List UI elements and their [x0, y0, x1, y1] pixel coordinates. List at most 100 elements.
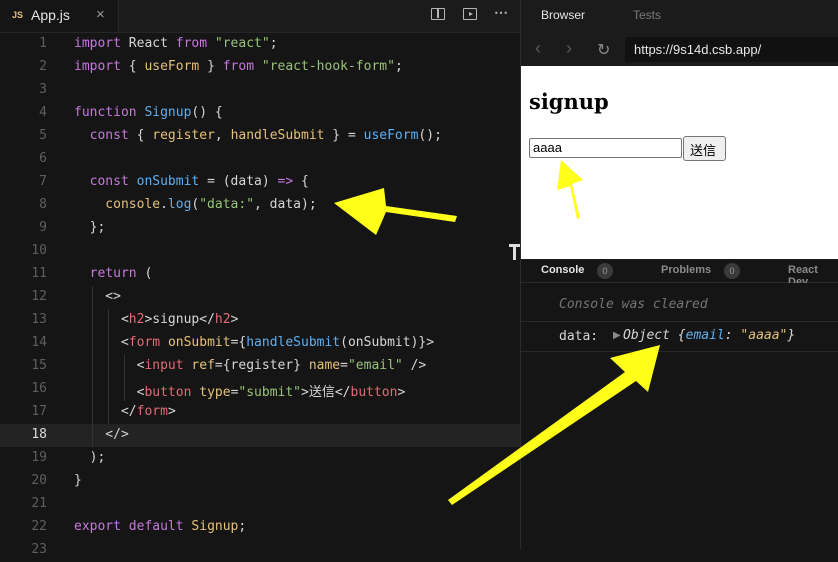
code-line[interactable]: 3 [0, 79, 520, 102]
code-line[interactable]: 5 const { register, handleSubmit } = use… [0, 125, 520, 148]
code-line[interactable]: 13 <h2>signup</h2> [0, 309, 520, 332]
code-token: = (data) [199, 174, 278, 189]
code-token: from [175, 36, 208, 51]
forward-icon[interactable]: › [566, 38, 572, 59]
code-line[interactable]: 15 <input ref={register} name="email" /> [0, 355, 520, 378]
code-token: } [74, 473, 82, 488]
code-token: ; [394, 59, 403, 74]
code-token: handleSubmit [246, 335, 341, 350]
tab-tests[interactable]: Tests [633, 8, 661, 22]
code-line[interactable]: 18 </> [0, 424, 520, 447]
code-token: import [74, 59, 121, 74]
line-code: } [74, 473, 82, 488]
split-view-icon[interactable] [431, 8, 445, 20]
code-line[interactable]: 2 import { useForm } from "react-hook-for… [0, 56, 520, 79]
preview-icon[interactable] [463, 8, 477, 20]
email-input[interactable]: aaaa [529, 138, 682, 158]
line-number: 16 [31, 381, 47, 396]
code-token: return [74, 266, 137, 281]
close-icon[interactable]: × [96, 6, 105, 23]
indent-guide [124, 355, 125, 401]
line-number: 20 [31, 473, 47, 488]
code-line[interactable]: 11 return ( [0, 263, 520, 286]
code-token: <> [74, 289, 121, 304]
line-number: 11 [31, 266, 47, 281]
code-line[interactable]: 19 ); [0, 447, 520, 470]
line-code: console.log("data:", data); [74, 197, 316, 212]
code-token: </ [74, 404, 137, 419]
line-code: <> [74, 289, 121, 304]
code-line[interactable]: 8 console.log("data:", data); [0, 194, 520, 217]
code-line[interactable]: 21 [0, 493, 520, 516]
back-icon[interactable]: ‹ [535, 38, 541, 59]
code-token: "react-hook-form" [261, 59, 395, 74]
tab-problems[interactable]: Problems [661, 264, 711, 276]
refresh-icon[interactable]: ↻ [597, 40, 610, 60]
line-code: </form> [74, 404, 176, 419]
code-token: "react" [214, 36, 270, 51]
code-token: ( [136, 266, 153, 281]
tab-browser[interactable]: Browser [541, 8, 585, 22]
code-line[interactable]: 20} [0, 470, 520, 493]
line-code: const { register, handleSubmit } = useFo… [74, 128, 442, 143]
code-token: { [293, 174, 309, 189]
code-token: useForm [144, 59, 200, 74]
line-number: 22 [31, 519, 47, 534]
code-token: } [199, 59, 223, 74]
code-line[interactable]: 6 [0, 148, 520, 171]
text-cursor-icon [509, 244, 521, 260]
code-token: . [160, 197, 168, 212]
log-object[interactable]: Object {email: "aaaa"} [623, 328, 795, 343]
code-token: >signup</ [144, 312, 215, 327]
code-editor[interactable]: JS App.js × ⋯ 1 import React from "react"… [0, 0, 520, 557]
line-number: 14 [31, 335, 47, 350]
code-token: const [74, 128, 129, 143]
tab-app-js[interactable]: JS App.js × [0, 0, 119, 32]
code-line[interactable]: 12 <> [0, 286, 520, 309]
submit-button[interactable]: 送信 [683, 136, 726, 161]
console-output: Console was cleared data: ▶ Object {emai… [521, 283, 838, 549]
code-token: { [128, 128, 153, 143]
line-code: ); [74, 450, 106, 465]
page-title: signup [529, 89, 609, 114]
code-line[interactable]: 16 <button type="submit">送信</button> [0, 378, 520, 401]
expand-triangle-icon[interactable]: ▶ [613, 330, 621, 341]
code-line[interactable]: 22 export default Signup; [0, 516, 520, 539]
line-number: 9 [39, 220, 47, 235]
code-line[interactable]: 23 [0, 539, 520, 562]
code-line[interactable]: 14 <form onSubmit={handleSubmit(onSubmit… [0, 332, 520, 355]
code-line[interactable]: 4 function Signup() { [0, 102, 520, 125]
line-number: 5 [39, 128, 47, 143]
line-code: import React from "react"; [74, 36, 278, 51]
code-token: } = [324, 128, 364, 143]
code-token: h2 [128, 312, 145, 327]
code-token: form [136, 404, 168, 419]
code-token: input [144, 358, 184, 373]
more-icon[interactable]: ⋯ [494, 4, 508, 21]
js-file-icon: JS [12, 10, 24, 20]
code-token: ; [269, 36, 278, 51]
code-token: name [308, 358, 341, 373]
code-token: }; [74, 220, 106, 235]
code-token: (); [418, 128, 442, 143]
tab-console[interactable]: Console [541, 264, 584, 276]
console-tab-bar: Console 0 Problems 0 React Dev [521, 260, 838, 288]
line-number: 2 [39, 59, 47, 74]
line-code: import { useForm } from "react-hook-form… [74, 59, 403, 74]
code-token: React [120, 36, 176, 51]
code-token: < [74, 335, 129, 350]
log-label: data: [559, 329, 599, 344]
code-token: </> [74, 427, 129, 442]
line-number: 3 [39, 82, 47, 97]
code-line[interactable]: 7 const onSubmit = (data) => { [0, 171, 520, 194]
code-token: > [397, 385, 406, 400]
url-bar[interactable]: https://9s14d.csb.app/ [625, 37, 838, 62]
preview-frame: signup aaaa 送信 [521, 66, 838, 259]
code-line[interactable]: 10 [0, 240, 520, 263]
code-line[interactable]: 1 import React from "react"; [0, 33, 520, 56]
code-line[interactable]: 9 }; [0, 217, 520, 240]
code-token: onSubmit [167, 335, 231, 350]
editor-tab-bar: JS App.js × ⋯ [0, 0, 520, 33]
code-line[interactable]: 17 </form> [0, 401, 520, 424]
